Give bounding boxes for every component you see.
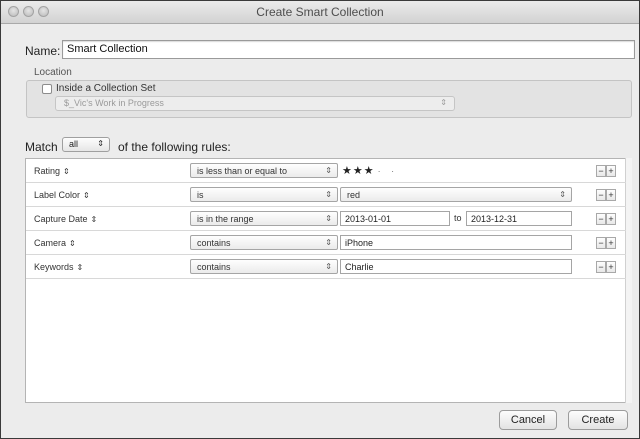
rule-field-select[interactable]: Rating ⇕ — [34, 166, 70, 176]
remove-rule-button[interactable]: − — [596, 213, 606, 225]
rule-row-rating: Rating ⇕ is less than or equal to ⇕ ★★★ · … — [26, 159, 626, 183]
add-rule-button[interactable]: + — [606, 189, 616, 201]
rule-row-capture-date: Capture Date ⇕ is in the range ⇕ 2013-01-… — [26, 207, 626, 231]
rule-value-input[interactable]: iPhone — [340, 235, 572, 250]
date-start-input[interactable]: 2013-01-01 — [340, 211, 450, 226]
rule-operator-value: contains — [197, 238, 231, 248]
rule-value-input[interactable]: Charlie — [340, 259, 572, 274]
add-rule-button[interactable]: + — [606, 213, 616, 225]
rule-field-select[interactable]: Camera ⇕ — [34, 238, 76, 248]
add-rule-button[interactable]: + — [606, 237, 616, 249]
cancel-button[interactable]: Cancel — [499, 410, 557, 430]
inside-collection-set-checkbox[interactable] — [42, 84, 52, 94]
remove-rule-button[interactable]: − — [596, 165, 606, 177]
updown-icon: ⇕ — [69, 239, 76, 248]
match-value: all — [69, 139, 79, 149]
empty-star-dots: · · — [377, 166, 399, 176]
rule-operator-select[interactable]: contains ⇕ — [190, 235, 338, 250]
updown-icon: ⇕ — [90, 215, 98, 224]
updown-icon: ⇕ — [83, 191, 90, 200]
select-arrows-icon: ⇕ — [325, 166, 332, 175]
rule-operator-value: contains — [197, 262, 231, 272]
title-bar: Create Smart Collection — [1, 1, 639, 24]
match-select[interactable]: all ⇕ — [62, 137, 110, 152]
name-input[interactable]: Smart Collection — [62, 40, 635, 59]
rating-stars[interactable]: ★★★ · · — [342, 164, 398, 177]
rule-field-select[interactable]: Label Color ⇕ — [34, 190, 90, 200]
match-suffix: of the following rules: — [118, 140, 231, 154]
rule-row-camera: Camera ⇕ contains ⇕ iPhone − + — [26, 231, 626, 255]
add-rule-button[interactable]: + — [606, 165, 616, 177]
location-label: Location — [34, 67, 72, 78]
rule-operator-value: is less than or equal to — [197, 166, 288, 176]
star-icon: ★★★ — [342, 165, 375, 177]
create-button[interactable]: Create — [568, 410, 628, 430]
rule-field-select[interactable]: Keywords ⇕ — [34, 262, 83, 272]
select-arrows-icon: ⇕ — [325, 214, 332, 223]
select-arrows-icon: ⇕ — [559, 190, 566, 199]
rule-value-select[interactable]: red ⇕ — [340, 187, 572, 202]
rule-operator-select[interactable]: is ⇕ — [190, 187, 338, 202]
rule-operator-value: is — [197, 190, 204, 200]
updown-icon: ⇕ — [76, 263, 84, 272]
rules-scrollbar[interactable] — [625, 158, 632, 403]
add-rule-button[interactable]: + — [606, 261, 616, 273]
rule-operator-select[interactable]: contains ⇕ — [190, 259, 338, 274]
select-arrows-icon: ⇕ — [97, 139, 104, 148]
rule-field-select[interactable]: Capture Date ⇕ — [34, 214, 97, 224]
rule-operator-value: is in the range — [197, 214, 254, 224]
remove-rule-button[interactable]: − — [596, 237, 606, 249]
updown-icon: ⇕ — [63, 167, 70, 176]
collection-set-select[interactable]: $_Vic's Work in Progress ⇕ — [55, 96, 455, 111]
remove-rule-button[interactable]: − — [596, 189, 606, 201]
select-arrows-icon: ⇕ — [440, 98, 447, 107]
rule-operator-select[interactable]: is in the range ⇕ — [190, 211, 338, 226]
select-arrows-icon: ⇕ — [325, 262, 332, 271]
collection-set-value: $_Vic's Work in Progress — [64, 98, 164, 108]
rule-row-keywords: Keywords ⇕ contains ⇕ Charlie − + — [26, 255, 626, 279]
range-to-label: to — [454, 213, 462, 223]
select-arrows-icon: ⇕ — [325, 238, 332, 247]
inside-collection-set-label: Inside a Collection Set — [56, 83, 156, 94]
rule-row-label-color: Label Color ⇕ is ⇕ red ⇕ − + — [26, 183, 626, 207]
rule-value: red — [347, 190, 361, 200]
name-label: Name: — [25, 44, 61, 58]
date-end-input[interactable]: 2013-12-31 — [466, 211, 572, 226]
rule-operator-select[interactable]: is less than or equal to ⇕ — [190, 163, 338, 178]
match-label: Match — [25, 140, 58, 154]
window-title: Create Smart Collection — [256, 5, 384, 19]
remove-rule-button[interactable]: − — [596, 261, 606, 273]
select-arrows-icon: ⇕ — [325, 190, 332, 199]
